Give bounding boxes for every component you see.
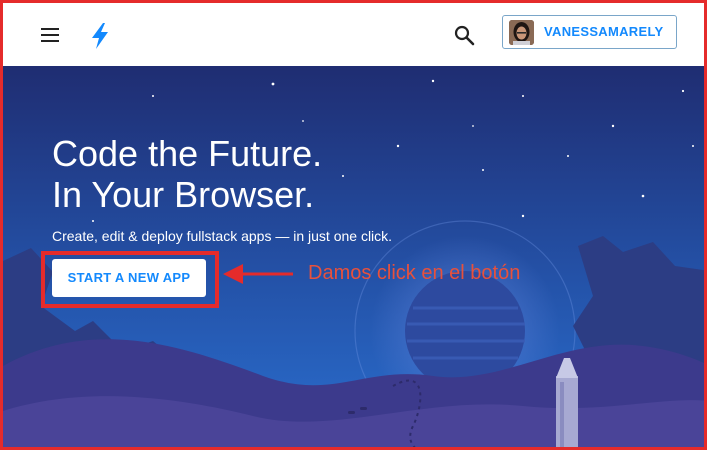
user-account-button[interactable]: VANESSAMARELY: [502, 15, 677, 49]
start-new-app-button[interactable]: START A NEW APP: [52, 259, 206, 297]
hero-subtext: Create, edit & deploy fullstack apps — i…: [52, 228, 393, 244]
lightning-bolt-icon[interactable]: [89, 22, 111, 50]
user-avatar: [509, 20, 534, 45]
annotation-note: Damos click en el botón: [308, 262, 521, 284]
hamburger-menu-icon[interactable]: [39, 27, 61, 43]
top-header: VANESSAMARELY: [3, 3, 704, 66]
search-icon[interactable]: [452, 23, 476, 47]
headline-line-2: In Your Browser.: [52, 174, 315, 215]
hero-headline: Code the Future. In Your Browser.: [52, 133, 322, 215]
annotation-arrow-icon: [223, 264, 293, 284]
avatar-image: [509, 20, 534, 45]
headline-line-1: Code the Future.: [52, 133, 323, 174]
user-name-label: VANESSAMARELY: [544, 24, 664, 39]
screenshot-frame: VANESSAMARELY Code the Future. In Your B…: [0, 0, 707, 450]
hero-section: Code the Future. In Your Browser. Create…: [3, 66, 704, 447]
rocket-illustration: [556, 358, 578, 447]
